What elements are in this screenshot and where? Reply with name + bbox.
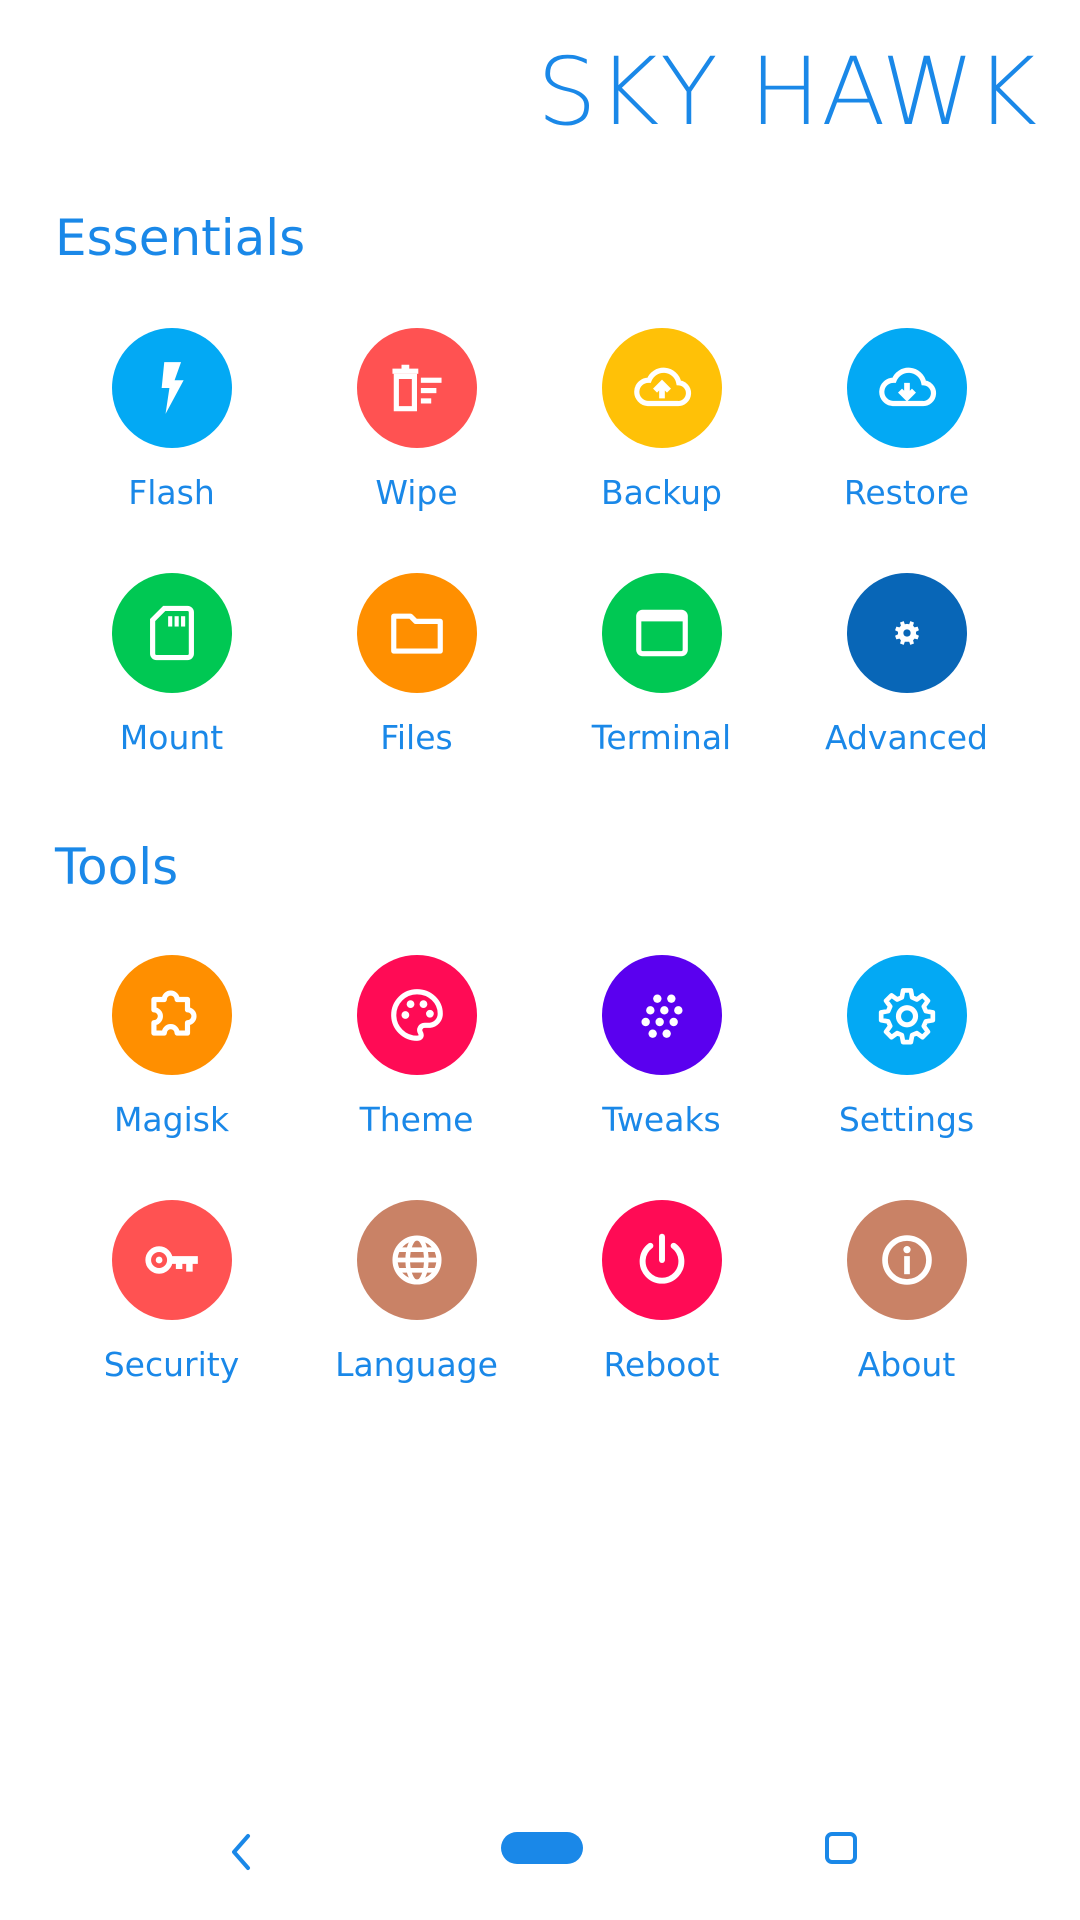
puzzle-icon (150, 990, 197, 1036)
recent-apps-icon[interactable] (825, 1832, 857, 1864)
about-button[interactable]: About (784, 1200, 1029, 1445)
navigation-bar (0, 1810, 1080, 1900)
lightning-icon (161, 362, 184, 414)
magisk-circle (111, 955, 232, 1075)
mount-circle (111, 573, 232, 693)
section-title-essentials: Essentials (55, 209, 306, 267)
palette-icon (390, 989, 443, 1041)
restore-button[interactable]: Restore (784, 328, 1029, 573)
security-button[interactable]: Security (49, 1200, 294, 1445)
power-icon (639, 1233, 684, 1284)
reboot-circle (601, 1200, 722, 1320)
files-label: Files (380, 718, 453, 757)
flash-label: Flash (128, 473, 215, 512)
section-title-tools: Tools (55, 838, 179, 896)
theme-circle (356, 955, 477, 1075)
settings-label: Settings (838, 1100, 975, 1139)
settings-gear-icon (878, 988, 935, 1045)
trash-list-icon (391, 364, 442, 412)
backup-label: Backup (601, 473, 722, 512)
about-label: About (857, 1345, 956, 1384)
terminal-circle (601, 573, 722, 693)
settings-button[interactable]: Settings (784, 955, 1029, 1200)
language-label: Language (335, 1345, 498, 1384)
wipe-circle (356, 328, 477, 448)
magisk-label: Magisk (113, 1100, 230, 1139)
wipe-label: Wipe (375, 473, 458, 512)
backup-circle (601, 328, 722, 448)
essentials-grid: Flash Wipe Backup Restore Mount Files Te… (0, 328, 1080, 818)
tweaks-button[interactable]: Tweaks (539, 955, 784, 1200)
gear-icon (894, 621, 919, 645)
advanced-circle (846, 573, 967, 693)
info-icon (881, 1235, 932, 1285)
terminal-label: Terminal (591, 718, 732, 757)
cloud-download-icon (878, 367, 936, 407)
language-circle (356, 1200, 477, 1320)
flash-button[interactable]: Flash (49, 328, 294, 573)
sd-card-icon (149, 605, 194, 661)
mount-label: Mount (119, 718, 224, 757)
restore-circle (846, 328, 967, 448)
restore-label: Restore (843, 473, 970, 512)
flash-circle (111, 328, 232, 448)
wipe-button[interactable]: Wipe (294, 328, 539, 573)
about-circle (846, 1200, 967, 1320)
language-button[interactable]: Language (294, 1200, 539, 1445)
advanced-label: Advanced (824, 718, 988, 757)
back-chevron-icon[interactable] (226, 1832, 256, 1872)
tools-grid: Magisk Theme Tweaks Settings Security La… (0, 955, 1080, 1445)
advanced-button[interactable]: Advanced (784, 573, 1029, 818)
mount-button[interactable]: Mount (49, 573, 294, 818)
files-circle (356, 573, 477, 693)
terminal-window-icon (635, 609, 688, 657)
key-icon (144, 1246, 198, 1274)
cloud-upload-icon (633, 367, 691, 407)
globe-icon (391, 1235, 442, 1285)
app-title: SKY HAWK (536, 38, 1038, 147)
security-label: Security (103, 1345, 240, 1384)
tweaks-circle (601, 955, 722, 1075)
theme-button[interactable]: Theme (294, 955, 539, 1200)
home-pill-icon[interactable] (501, 1832, 583, 1864)
tweaks-label: Tweaks (602, 1100, 721, 1139)
dots-pattern-icon (640, 994, 683, 1038)
magisk-button[interactable]: Magisk (49, 955, 294, 1200)
security-circle (111, 1200, 232, 1320)
settings-circle (846, 955, 967, 1075)
reboot-label: Reboot (603, 1345, 720, 1384)
backup-button[interactable]: Backup (539, 328, 784, 573)
files-button[interactable]: Files (294, 573, 539, 818)
folder-icon (390, 613, 443, 654)
terminal-button[interactable]: Terminal (539, 573, 784, 818)
theme-label: Theme (359, 1100, 474, 1139)
reboot-button[interactable]: Reboot (539, 1200, 784, 1445)
